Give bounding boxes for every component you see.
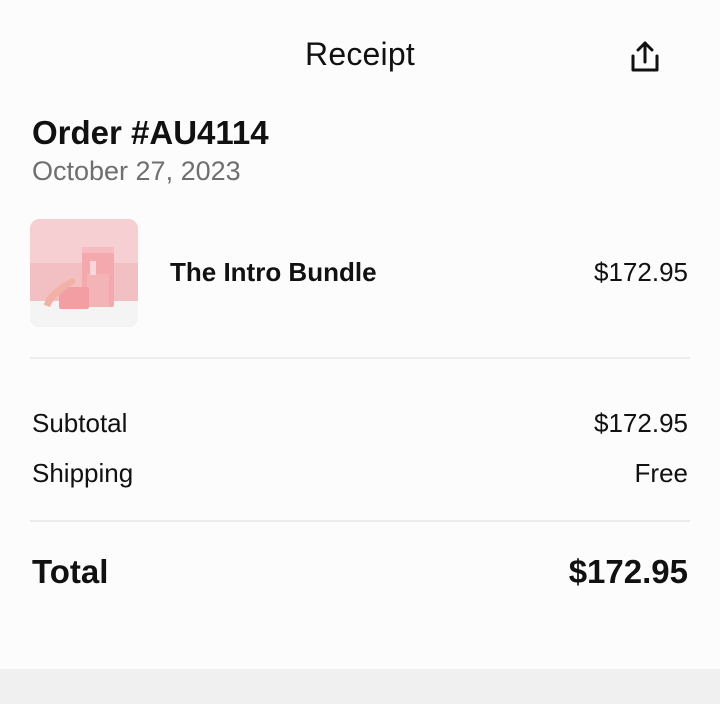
item-name: The Intro Bundle [170,257,377,287]
divider [30,357,690,359]
product-image [30,219,138,327]
page-title: Receipt [305,36,415,72]
total-label: Total [32,553,109,590]
shipping-label: Shipping [32,458,134,488]
divider [30,520,690,522]
bottom-section-divider [0,669,720,704]
subtotal-value: $172.95 [594,408,688,438]
total-value: $172.95 [568,553,688,590]
header: Receipt [0,0,720,110]
list-item[interactable]: The Intro Bundle $172.95 [30,219,690,329]
order-number: Order #AU4114 [32,114,269,151]
shipping-value: Free [634,458,688,488]
item-price: $172.95 [594,257,688,287]
order-date: October 27, 2023 [32,156,241,186]
subtotal-label: Subtotal [32,408,128,438]
share-icon [631,41,659,72]
receipt-screen: Receipt Order #AU4114 October 27, 2023 T… [0,0,720,704]
share-button[interactable] [624,36,666,78]
